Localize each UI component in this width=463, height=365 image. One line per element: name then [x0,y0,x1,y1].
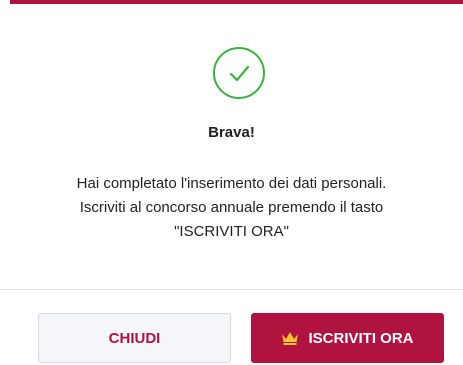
subscribe-button-label: ISCRIVITI ORA [308,329,414,347]
message-line: "ISCRIVITI ORA" [174,223,289,240]
message-line: Hai completato l'inserimento dei dati pe… [76,175,387,192]
crown-icon [282,332,299,345]
subscribe-now-button[interactable]: ISCRIVITI ORA [251,313,444,363]
dialog-accent-bar [10,0,463,4]
check-circle-icon [213,47,265,99]
dialog-message: Hai completato l'inserimento dei dati pe… [20,172,443,244]
success-dialog: Brava! Hai completato l'inserimento dei … [0,0,463,365]
close-button-label: CHIUDI [108,329,161,347]
message-line: Iscriviti al concorso annuale premendo i… [79,199,384,216]
dialog-title: Brava! [208,124,255,141]
close-button[interactable]: CHIUDI [38,313,231,363]
footer-divider [0,289,463,290]
